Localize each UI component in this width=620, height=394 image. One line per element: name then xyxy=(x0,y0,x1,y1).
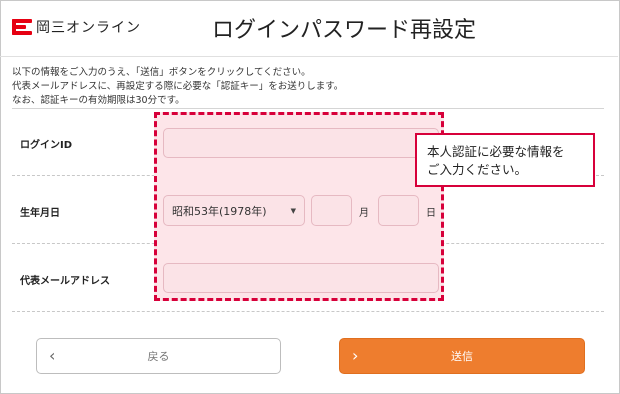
birth-month-input[interactable] xyxy=(311,195,352,226)
hint-line: ご入力ください。 xyxy=(427,162,528,177)
send-button-label: 送信 xyxy=(451,350,473,363)
chevron-left-icon: ‹ xyxy=(49,346,56,365)
header: 岡三オンライン ログインパスワード再設定 xyxy=(0,0,618,57)
chevron-right-icon: › xyxy=(352,346,359,365)
email-input[interactable] xyxy=(163,263,439,293)
intro-text: 以下の情報をご入力のうえ、「送信」ボタンをクリックしてください。 代表メールアド… xyxy=(12,66,343,108)
email-label: 代表メールアドレス xyxy=(20,276,110,287)
page-title: ログインパスワード再設定 xyxy=(211,18,476,43)
intro-line: なお、認証キーの有効期限は30分です。 xyxy=(12,95,185,106)
send-button[interactable]: › 送信 xyxy=(339,338,585,374)
row-divider xyxy=(12,311,604,312)
login-id-input[interactable] xyxy=(163,128,439,158)
day-unit: 日 xyxy=(426,208,436,219)
month-unit: 月 xyxy=(359,208,369,219)
back-button-label: 戻る xyxy=(147,350,170,363)
dropdown-arrow-icon: ▼ xyxy=(290,206,296,215)
back-button[interactable]: ‹ 戻る xyxy=(36,338,281,374)
birth-year-select[interactable]: 昭和53年(1978年) ▼ xyxy=(163,195,305,226)
hint-line: 本人認証に必要な情報を xyxy=(427,144,565,159)
hint-tooltip: 本人認証に必要な情報を ご入力ください。 xyxy=(415,133,595,187)
birth-year-value: 昭和53年(1978年) xyxy=(172,204,267,218)
intro-line: 代表メールアドレスに、再設定する際に必要な「認証キー」をお送りします。 xyxy=(12,81,344,92)
login-id-label: ログインID xyxy=(20,140,73,151)
form-top-divider xyxy=(12,108,604,109)
birth-date-label: 生年月日 xyxy=(20,208,60,219)
birth-day-input[interactable] xyxy=(378,195,419,226)
intro-line: 以下の情報をご入力のうえ、「送信」ボタンをクリックしてください。 xyxy=(12,67,311,78)
